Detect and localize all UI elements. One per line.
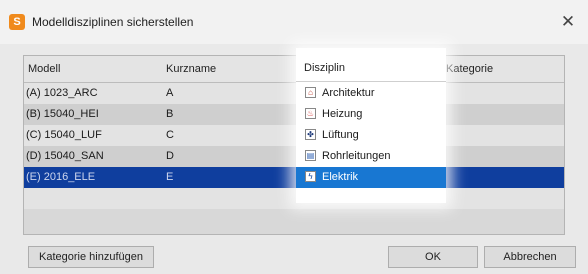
discipline-dropdown[interactable]: ♨ Heizung xyxy=(296,104,446,125)
cell-modell: (D) 15040_SAN xyxy=(26,150,104,162)
table-row[interactable]: (A) 1023_ARC A xyxy=(24,83,564,104)
column-header-disziplin-area: Disziplin xyxy=(296,55,446,82)
cell-kurzname: E xyxy=(166,171,174,183)
cell-kurzname: B xyxy=(166,108,174,120)
cell-modell: (C) 15040_LUF xyxy=(26,129,102,141)
discipline-value: Rohrleitungen xyxy=(322,150,391,162)
close-icon[interactable]: ✕ xyxy=(558,12,578,32)
discipline-value: Lüftung xyxy=(322,129,359,141)
architecture-icon: ⌂ xyxy=(305,87,316,98)
discipline-value: Architektur xyxy=(322,87,375,99)
cell-modell: (B) 15040_HEI xyxy=(26,108,99,120)
add-category-button[interactable]: Kategorie hinzufügen xyxy=(28,246,154,268)
table-row[interactable]: (D) 15040_SAN D xyxy=(24,146,564,167)
piping-icon: ▤ xyxy=(305,150,316,161)
app-icon: S xyxy=(9,14,25,30)
window-title: Modelldisziplinen sicherstellen xyxy=(32,15,194,29)
column-header-modell[interactable]: Modell xyxy=(28,63,60,75)
ventilation-icon: ✤ xyxy=(305,129,316,140)
cell-kurzname: C xyxy=(166,129,174,141)
discipline-dropdown[interactable]: ✤ Lüftung xyxy=(296,125,446,146)
discipline-dropdown[interactable]: ▤ Rohrleitungen xyxy=(296,146,446,167)
table-row[interactable]: (B) 15040_HEI B xyxy=(24,104,564,125)
electrical-icon: ϟ xyxy=(305,171,316,182)
title-bar: S Modelldisziplinen sicherstellen ✕ xyxy=(0,0,588,44)
cell-kurzname: D xyxy=(166,150,174,162)
discipline-dropdown[interactable]: ⌂ Architektur xyxy=(296,83,446,104)
discipline-value: Heizung xyxy=(322,108,363,120)
discipline-grid: Modell Kurzname Kategorie (A) 1023_ARC A… xyxy=(23,55,565,235)
cell-kurzname: A xyxy=(166,87,174,99)
column-header-kurzname[interactable]: Kurzname xyxy=(166,63,216,75)
grid-header: Modell Kurzname Kategorie xyxy=(24,56,564,83)
table-row[interactable]: (C) 15040_LUF C xyxy=(24,125,564,146)
cell-modell: (A) 1023_ARC xyxy=(26,87,98,99)
discipline-column-highlight: Disziplin ⌂ Architektur ♨ Heizung ✤ Lüft… xyxy=(296,48,446,203)
cell-modell: (E) 2016_ELE xyxy=(26,171,96,183)
cancel-button[interactable]: Abbrechen xyxy=(484,246,576,268)
ok-button[interactable]: OK xyxy=(388,246,478,268)
column-header-disziplin[interactable]: Disziplin xyxy=(304,62,345,74)
table-row-selected[interactable]: (E) 2016_ELE E xyxy=(24,167,564,188)
table-row-empty xyxy=(24,188,564,209)
discipline-value: Elektrik xyxy=(322,171,359,183)
heating-icon: ♨ xyxy=(305,108,316,119)
discipline-dropdown-selected[interactable]: ϟ Elektrik xyxy=(296,167,446,188)
column-header-kategorie[interactable]: Kategorie xyxy=(446,63,493,75)
